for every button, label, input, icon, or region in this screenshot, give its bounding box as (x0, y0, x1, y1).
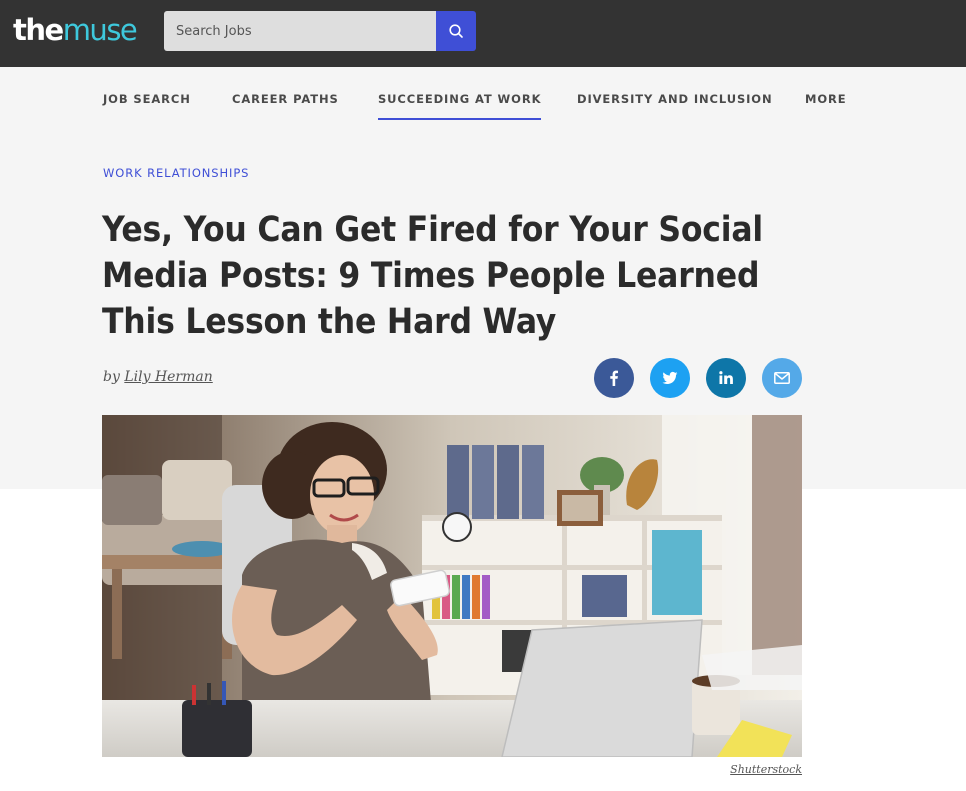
email-icon (774, 372, 790, 384)
nav-career-paths[interactable]: CAREER PATHS (232, 92, 339, 118)
image-credit-link[interactable]: Shutterstock (730, 763, 802, 776)
share-twitter-button[interactable] (650, 358, 690, 398)
article-headline: Yes, You Can Get Fired for Your Social M… (102, 210, 763, 342)
logo-the: the (13, 13, 64, 47)
author-link[interactable]: Lily Herman (124, 369, 212, 385)
search-icon (449, 24, 463, 38)
search-button[interactable] (436, 11, 476, 51)
nav-succeeding-at-work[interactable]: SUCCEEDING AT WORK (378, 92, 542, 120)
nav-more[interactable]: MORE (805, 92, 847, 118)
article-category-link[interactable]: WORK RELATIONSHIPS (103, 166, 249, 180)
logo-muse: muse (62, 13, 138, 47)
top-bar: themuse (0, 0, 966, 67)
linkedin-icon (719, 371, 733, 384)
facebook-icon (610, 370, 618, 386)
woman-with-phone-photo (102, 415, 802, 757)
share-email-button[interactable] (762, 358, 802, 398)
byline: by Lily Herman (103, 369, 213, 385)
nav-job-search[interactable]: JOB SEARCH (103, 92, 191, 118)
main-nav: JOB SEARCH CAREER PATHS SUCCEEDING AT WO… (0, 92, 966, 122)
search-input[interactable] (164, 11, 436, 51)
twitter-icon (662, 371, 678, 384)
article-hero-image (102, 415, 802, 757)
byline-prefix: by (103, 369, 120, 385)
themuse-logo[interactable]: themuse (13, 12, 138, 48)
share-facebook-button[interactable] (594, 358, 634, 398)
nav-diversity-and-inclusion[interactable]: DIVERSITY AND INCLUSION (577, 92, 773, 118)
share-linkedin-button[interactable] (706, 358, 746, 398)
